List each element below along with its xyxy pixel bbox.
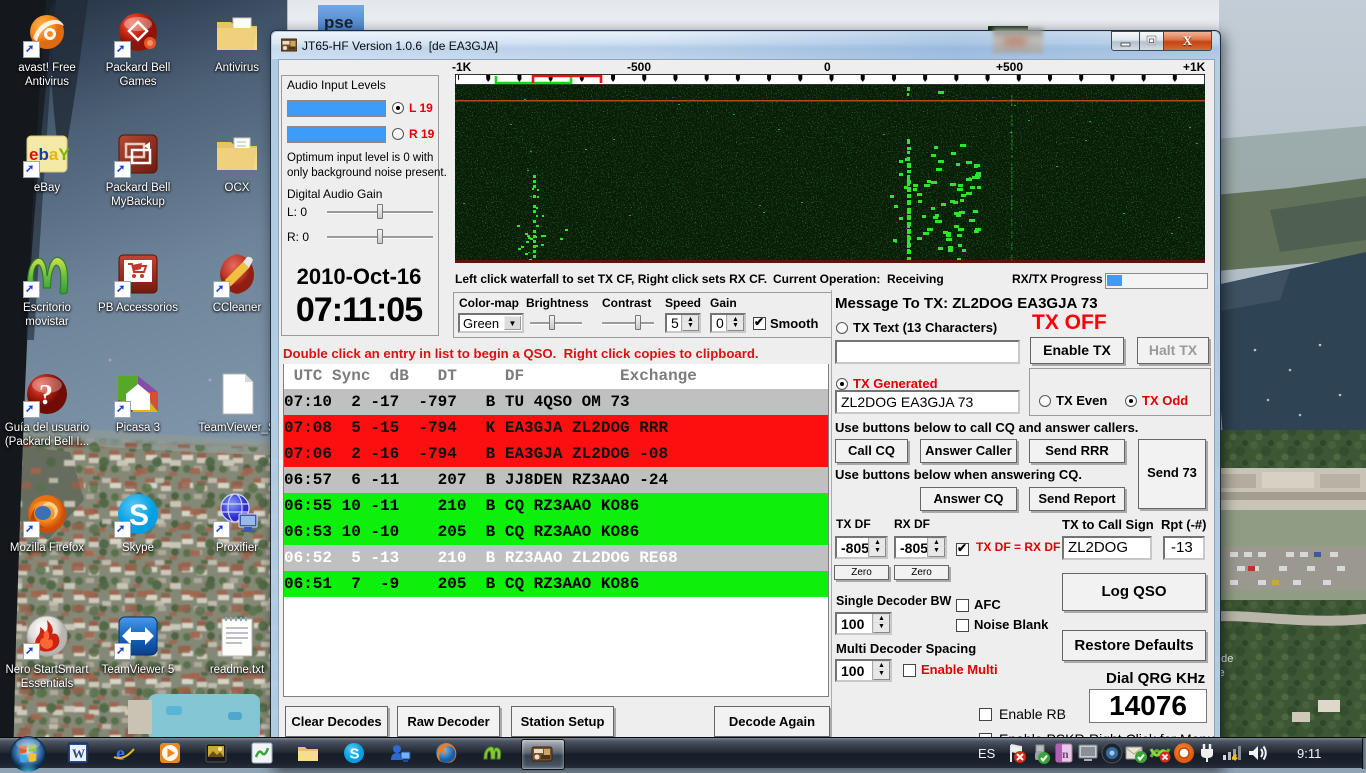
svg-text:S: S — [350, 746, 360, 763]
svg-text:e: e — [116, 743, 125, 765]
svg-text:n: n — [1062, 747, 1069, 761]
svg-text:W: W — [72, 746, 85, 761]
